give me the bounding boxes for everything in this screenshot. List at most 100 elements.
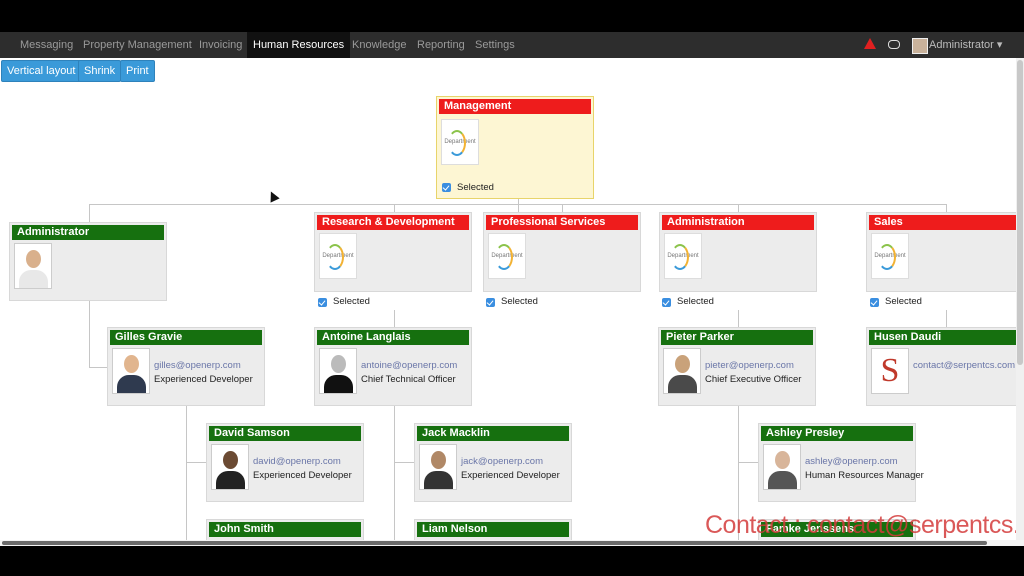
connector-line [738,462,758,463]
employee-job: Chief Executive Officer [705,374,802,385]
employee-photo [763,444,801,490]
employee-email[interactable]: ashley@openerp.com [805,456,898,467]
connector-line [89,204,947,205]
employee-photo [319,348,357,394]
employee-name: Liam Nelson [417,522,569,537]
menu-property-management[interactable]: Property Management [77,32,198,58]
connector-line [394,310,395,328]
menu-human-resources[interactable]: Human Resources [247,32,351,58]
employee-job: Experienced Developer [253,470,352,481]
employee-card-john-smith[interactable]: John Smith [206,519,364,540]
print-button[interactable]: Print [120,60,155,82]
connector-line [186,406,187,540]
menu-reporting[interactable]: Reporting [411,32,471,58]
department-card-professional-services[interactable]: Professional Services Department [483,212,641,292]
employee-card-antoine-langlais[interactable]: Antoine Langlais antoine@openerp.com Chi… [314,327,472,406]
employee-email[interactable]: contact@serpentcs.com [913,360,1015,371]
org-chart-canvas: Vertical layout Shrink Print Management … [0,58,1016,540]
employee-job: Chief Technical Officer [361,374,456,385]
employee-job: Experienced Developer [461,470,560,481]
connector-line [738,310,739,328]
connector-line [738,204,739,212]
department-name: Professional Services [486,215,638,230]
department-card-research-development[interactable]: Research & Development Department [314,212,472,292]
selected-checkbox[interactable] [870,298,879,307]
employee-name: Jack Macklin [417,426,569,441]
chat-icon[interactable] [888,40,900,49]
employee-card-jack-macklin[interactable]: Jack Macklin jack@openerp.com Experience… [414,423,572,502]
department-card-sales[interactable]: Sales Department [866,212,1016,292]
employee-name: John Smith [209,522,361,537]
employee-name: Administrator [12,225,164,240]
selected-checkbox[interactable] [442,183,451,192]
department-icon: Department [441,119,479,165]
department-name: Management [439,99,591,114]
connector-line [89,367,107,368]
employee-name: Gilles Gravie [110,330,262,345]
employee-email[interactable]: jack@openerp.com [461,456,543,467]
employee-photo [112,348,150,394]
horizontal-scrollbar-thumb[interactable] [2,541,987,545]
department-icon: Department [319,233,357,279]
employee-card-gilles-gravie[interactable]: Gilles Gravie gilles@openerp.com Experie… [107,327,265,406]
employee-name: Pieter Parker [661,330,813,345]
selected-checkbox[interactable] [662,298,671,307]
selected-checkbox[interactable] [486,298,495,307]
department-name: Administration [662,215,814,230]
employee-card-david-samson[interactable]: David Samson david@openerp.com Experienc… [206,423,364,502]
menu-knowledge[interactable]: Knowledge [346,32,412,58]
department-name: Sales [869,215,1016,230]
user-menu-label: Administrator [929,39,994,51]
department-card-administration[interactable]: Administration Department [659,212,817,292]
employee-card-husen-daudi[interactable]: Husen Daudi S contact@serpentcs.com [866,327,1016,406]
connector-line [89,301,90,367]
connector-line [946,204,947,212]
vertical-layout-button[interactable]: Vertical layout [1,60,82,82]
menu-invoicing[interactable]: Invoicing [193,32,248,58]
connector-line [394,462,414,463]
connector-line [518,199,519,212]
employee-card-liam-nelson[interactable]: Liam Nelson [414,519,572,540]
screen: Messaging Property Management Invoicing … [0,0,1024,576]
employee-job: Human Resources Manager [805,470,924,481]
employee-email[interactable]: gilles@openerp.com [154,360,241,371]
employee-name: David Samson [209,426,361,441]
menu-messaging[interactable]: Messaging [14,32,79,58]
employee-card-ashley-presley[interactable]: Ashley Presley ashley@openerp.com Human … [758,423,924,502]
employee-email[interactable]: antoine@openerp.com [361,360,457,371]
department-name: Research & Development [317,215,469,230]
employee-email[interactable]: pieter@openerp.com [705,360,794,371]
employee-name: Ashley Presley [761,426,913,441]
employee-photo [14,243,52,289]
selected-label: Selected [333,296,370,307]
menu-settings[interactable]: Settings [469,32,521,58]
selected-label: Selected [457,182,494,193]
alert-icon[interactable] [864,38,876,49]
department-card-management[interactable]: Management Department Selected [436,96,594,199]
selected-label: Selected [885,296,922,307]
caret-down-icon: ▾ [996,39,1003,51]
employee-job: Experienced Developer [154,374,253,385]
employee-email[interactable]: david@openerp.com [253,456,341,467]
selected-label: Selected [501,296,538,307]
employee-photo [419,444,457,490]
connector-line [946,310,947,328]
shrink-button[interactable]: Shrink [78,60,122,82]
connector-line [394,406,395,540]
employee-card-pieter-parker[interactable]: Pieter Parker pieter@openerp.com Chief E… [658,327,816,406]
selected-label: Selected [677,296,714,307]
selected-checkbox[interactable] [318,298,327,307]
employee-name: Husen Daudi [869,330,1016,345]
connector-line [89,204,90,222]
employee-photo [211,444,249,490]
user-menu[interactable]: Administrator ▾ [929,32,1002,58]
user-avatar[interactable] [912,38,928,54]
employee-photo [663,348,701,394]
employee-card-administrator[interactable]: Administrator [9,222,167,301]
employee-name: Antoine Langlais [317,330,469,345]
department-icon: Department [664,233,702,279]
connector-line [394,204,395,212]
department-icon: Department [488,233,526,279]
connector-line [562,204,563,212]
vertical-scrollbar-thumb[interactable] [1017,60,1023,365]
